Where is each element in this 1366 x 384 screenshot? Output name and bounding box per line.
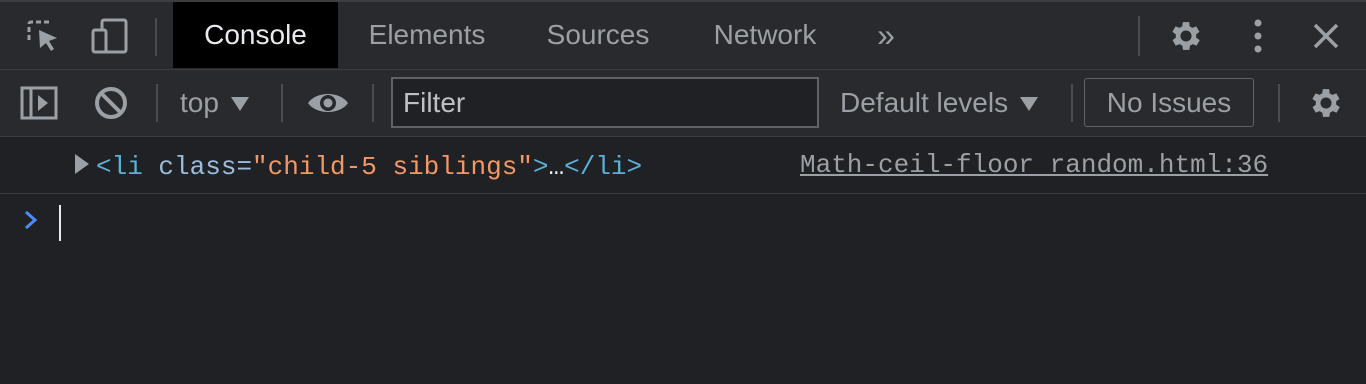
attr-equals: = [236, 152, 253, 182]
issues-button[interactable]: No Issues [1084, 78, 1254, 127]
chevron-double-right-icon: » [877, 16, 895, 53]
settings-gear-icon[interactable] [1162, 2, 1210, 70]
more-tabs-button[interactable]: » [862, 2, 910, 68]
tab-sources-label: Sources [546, 19, 650, 50]
attr-value: "child-5 siblings" [252, 152, 533, 182]
console-message-row: <li class="child-5 siblings">…</li> Math… [0, 138, 1366, 194]
console-input-cursor[interactable] [59, 205, 61, 241]
divider [156, 84, 158, 122]
divider [281, 84, 283, 122]
console-settings-gear-icon[interactable] [1302, 70, 1350, 136]
collapsed-ellipsis: … [548, 152, 565, 182]
show-sidebar-icon[interactable] [16, 70, 62, 136]
console-toolbar: top Default levels No Issues [0, 70, 1366, 137]
inspect-element-icon[interactable] [18, 2, 68, 70]
context-selector[interactable]: top [180, 70, 249, 136]
tag-close-bracket: > [532, 152, 549, 182]
divider [1278, 84, 1280, 122]
device-toolbar-icon[interactable] [84, 2, 134, 70]
filter-input[interactable] [391, 77, 819, 128]
tab-console-label: Console [204, 19, 307, 50]
close-icon[interactable] [1304, 2, 1348, 70]
expand-triangle-icon[interactable] [75, 154, 89, 174]
divider [1071, 84, 1073, 122]
divider [372, 84, 374, 122]
tab-elements[interactable]: Elements [338, 2, 516, 68]
divider [1138, 16, 1140, 56]
element-node-preview[interactable]: <li class="child-5 siblings">…</li> [96, 152, 642, 182]
tab-network-label: Network [713, 19, 817, 50]
more-options-kebab-icon[interactable] [1236, 2, 1280, 70]
caret-down-icon [1020, 97, 1039, 111]
tab-network[interactable]: Network [680, 2, 850, 68]
caret-down-icon [230, 97, 249, 111]
divider [155, 18, 157, 56]
live-expression-eye-icon[interactable] [302, 70, 354, 136]
devtools-tabbar: Console Elements Sources Network » [0, 0, 1366, 70]
log-levels-dropdown[interactable]: Default levels [840, 70, 1039, 136]
attr-name: class [158, 152, 237, 182]
tab-elements-label: Elements [368, 19, 486, 50]
console-prompt-icon [22, 206, 40, 239]
tab-sources[interactable]: Sources [516, 2, 680, 68]
tab-console[interactable]: Console [173, 2, 338, 68]
context-selector-label: top [180, 87, 219, 118]
issues-label: No Issues [1106, 86, 1232, 118]
tag-open: <li [96, 152, 143, 182]
source-link[interactable]: Math-ceil-floor random.html:36 [800, 150, 1268, 180]
tag-end: </li> [564, 152, 643, 182]
log-levels-label: Default levels [840, 87, 1009, 118]
clear-console-icon[interactable] [88, 70, 134, 136]
